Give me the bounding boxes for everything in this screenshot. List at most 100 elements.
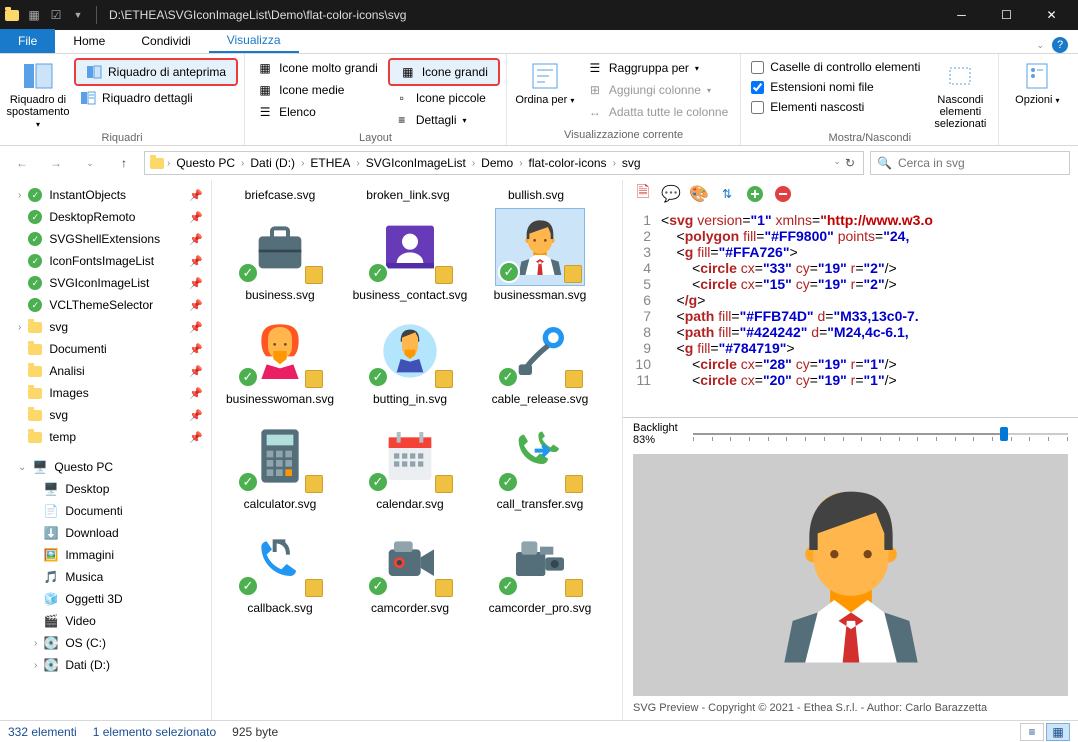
file-pane[interactable]: briefcase.svg broken_link.svg bullish.sv… xyxy=(212,180,622,720)
tab-visualizza[interactable]: Visualizza xyxy=(209,29,299,53)
check-overlay-icon: ✓ xyxy=(497,575,519,597)
lines-icon[interactable]: ⇅ xyxy=(717,184,737,204)
sidebar-item[interactable]: ›🖼️Immagini xyxy=(0,544,211,566)
address-bar[interactable]: › Questo PC› Dati (D:)› ETHEA› SVGIconIm… xyxy=(144,151,864,175)
maximize-button[interactable]: ☐ xyxy=(984,0,1029,30)
close-button[interactable]: ✕ xyxy=(1029,0,1074,30)
file-item[interactable]: ✓cable_release.svg xyxy=(476,308,604,410)
remove-icon[interactable] xyxy=(773,184,793,204)
icone-piccole-button[interactable]: ▫Icone piccole xyxy=(388,88,500,108)
code-preview[interactable]: 1<svg version="1" xmlns="http://www.w3.o… xyxy=(623,208,1078,418)
sidebar-item[interactable]: ›✓IconFontsImageList📌 xyxy=(0,250,211,272)
sidebar-item[interactable]: ›✓InstantObjects📌 xyxy=(0,184,211,206)
tab-home[interactable]: Home xyxy=(55,29,123,53)
app-overlay-icon xyxy=(435,579,453,597)
sidebar-item[interactable]: ›⬇️Download xyxy=(0,522,211,544)
sidebar[interactable]: ›✓InstantObjects📌›✓DesktopRemoto📌›✓SVGSh… xyxy=(0,180,212,720)
file-item[interactable]: ✓business.svg xyxy=(216,204,344,306)
sidebar-item-questo-pc[interactable]: ⌄ 🖥️ Questo PC xyxy=(0,456,211,478)
aggiungi-colonne-button[interactable]: ⊞Aggiungi colonne ▾ xyxy=(581,80,734,100)
elenco-button[interactable]: ☰Elenco xyxy=(251,102,384,122)
video-icon: 🎬 xyxy=(43,613,59,629)
icone-molto-grandi-button[interactable]: ▦Icone molto grandi xyxy=(251,58,384,78)
view-details-button[interactable]: ≡ xyxy=(1020,723,1044,741)
sidebar-item[interactable]: ›🧊Oggetti 3D xyxy=(0,588,211,610)
sidebar-item[interactable]: ›🖥️Desktop xyxy=(0,478,211,500)
opzioni-button[interactable]: Opzioni ▾ xyxy=(1005,56,1069,106)
file-item[interactable]: ✓butting_in.svg xyxy=(346,308,474,410)
git-icon: ✓ xyxy=(27,187,43,203)
file-item[interactable]: ✓calendar.svg xyxy=(346,413,474,515)
git-icon: ✓ xyxy=(27,253,43,269)
address-row: ← → ⌄ ↑ › Questo PC› Dati (D:)› ETHEA› S… xyxy=(0,146,1078,180)
add-icon[interactable] xyxy=(745,184,765,204)
back-button[interactable]: ← xyxy=(8,149,36,177)
file-item[interactable]: ✓businesswoman.svg xyxy=(216,308,344,410)
backlight-slider[interactable] xyxy=(693,424,1068,444)
sidebar-item[interactable]: ›🎬Video xyxy=(0,610,211,632)
sidebar-item[interactable]: ›🎵Musica xyxy=(0,566,211,588)
dropdown-icon[interactable]: ⌄ xyxy=(833,156,841,170)
up-button[interactable]: ↑ xyxy=(110,149,138,177)
file-item[interactable]: ✓businessman.svg xyxy=(476,204,604,306)
riquadro-spostamento-button[interactable]: Riquadro di spostamento ▾ xyxy=(6,56,70,130)
sidebar-item[interactable]: ›📄Documenti xyxy=(0,500,211,522)
properties-icon[interactable]: ▦ xyxy=(26,7,42,23)
search-box[interactable]: 🔍 xyxy=(870,151,1070,175)
sidebar-item[interactable]: ›svg📌 xyxy=(0,404,211,426)
git-icon: ✓ xyxy=(27,209,43,225)
chat-icon[interactable]: 💬 xyxy=(661,184,681,204)
help-icon[interactable]: ? xyxy=(1052,37,1068,53)
recent-button[interactable]: ⌄ xyxy=(76,149,104,177)
sidebar-item[interactable]: ›Images📌 xyxy=(0,382,211,404)
tab-condividi[interactable]: Condividi xyxy=(123,29,208,53)
sidebar-item[interactable]: ›Documenti📌 xyxy=(0,338,211,360)
doc-delete-icon[interactable]: 🗎 xyxy=(633,184,653,204)
file-item[interactable]: ✓callback.svg xyxy=(216,517,344,619)
file-item[interactable]: ✓camcorder_pro.svg xyxy=(476,517,604,619)
nascondi-button[interactable]: Nascondi elementi selezionati xyxy=(928,56,992,130)
minimize-button[interactable]: ─ xyxy=(939,0,984,30)
ordina-per-button[interactable]: Ordina per ▾ xyxy=(513,56,577,106)
sidebar-item[interactable]: ›temp📌 xyxy=(0,426,211,448)
sidebar-item[interactable]: ›✓SVGIconImageList📌 xyxy=(0,272,211,294)
adatta-colonne-button[interactable]: ↔Adatta tutte le colonne xyxy=(581,102,734,122)
estensioni-checkbox[interactable]: Estensioni nomi file xyxy=(747,78,924,96)
nascosti-checkbox[interactable]: Elementi nascosti xyxy=(747,98,924,116)
sidebar-item[interactable]: ›✓DesktopRemoto📌 xyxy=(0,206,211,228)
pictures-icon: 🖼️ xyxy=(43,547,59,563)
forward-button[interactable]: → xyxy=(42,149,70,177)
sidebar-item[interactable]: ›💽Dati (D:) xyxy=(0,654,211,676)
riquadro-anteprima-button[interactable]: Riquadro di anteprima xyxy=(74,58,238,86)
sidebar-item[interactable]: ›✓SVGShellExtensions📌 xyxy=(0,228,211,250)
folder-icon xyxy=(27,363,43,379)
caselle-checkbox[interactable]: Caselle di controllo elementi xyxy=(747,58,924,76)
dettagli-button[interactable]: ≡Dettagli ▾ xyxy=(388,110,500,130)
tab-file[interactable]: File xyxy=(0,29,55,53)
palette-icon[interactable]: 🎨 xyxy=(689,184,709,204)
chevron-down-icon[interactable]: ▼ xyxy=(70,7,86,23)
app-overlay-icon xyxy=(435,475,453,493)
raggruppa-per-button[interactable]: ☰Raggruppa per ▾ xyxy=(581,58,734,78)
view-icons-button[interactable]: ▦ xyxy=(1046,723,1070,741)
status-bar: 332 elementi 1 elemento selezionato 925 … xyxy=(0,720,1078,742)
file-item[interactable]: ✓camcorder.svg xyxy=(346,517,474,619)
icone-medie-button[interactable]: ▦Icone medie xyxy=(251,80,384,100)
refresh-icon[interactable]: ↻ xyxy=(845,156,855,170)
sidebar-item[interactable]: ›✓VCLThemeSelector📌 xyxy=(0,294,211,316)
folder-icon xyxy=(27,385,43,401)
sidebar-item[interactable]: ›Analisi📌 xyxy=(0,360,211,382)
copy-icon[interactable]: ☑ xyxy=(48,7,64,23)
file-item[interactable]: ✓call_transfer.svg xyxy=(476,413,604,515)
sidebar-item[interactable]: ›💽OS (C:) xyxy=(0,632,211,654)
icone-grandi-button[interactable]: ▦Icone grandi xyxy=(388,58,500,86)
chevron-down-icon[interactable]: ⌄ xyxy=(1036,40,1044,51)
file-item[interactable]: ✓calculator.svg xyxy=(216,413,344,515)
file-item[interactable]: ✓business_contact.svg xyxy=(346,204,474,306)
app-overlay-icon xyxy=(435,370,453,388)
app-overlay-icon xyxy=(305,579,323,597)
sidebar-item[interactable]: ›svg📌 xyxy=(0,316,211,338)
search-input[interactable] xyxy=(898,156,1063,170)
riquadro-dettagli-button[interactable]: Riquadro dettagli xyxy=(74,88,238,108)
status-count: 332 elementi xyxy=(8,725,77,739)
